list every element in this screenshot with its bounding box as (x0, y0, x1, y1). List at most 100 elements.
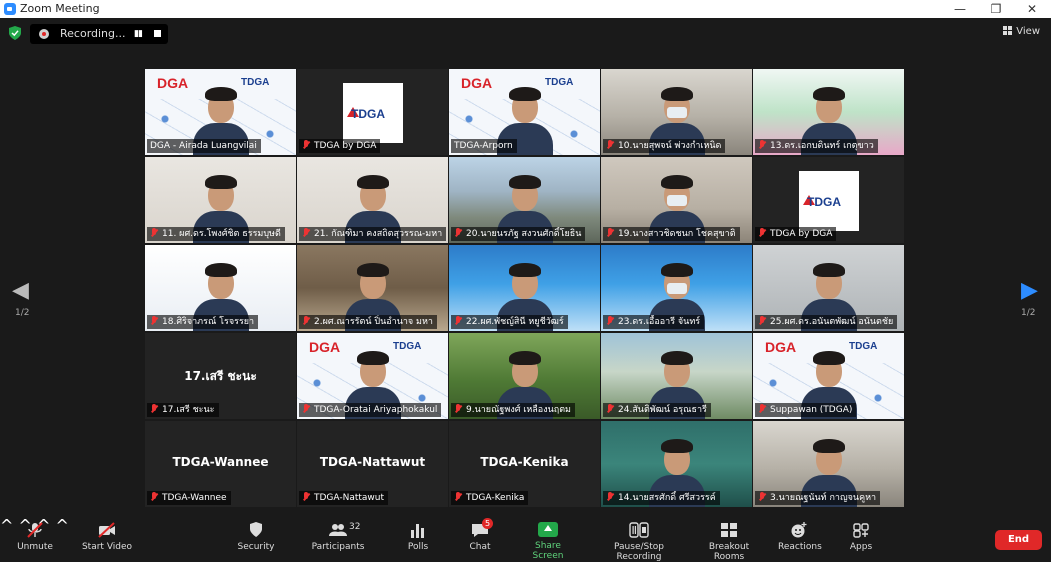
share-options-chevron-icon[interactable]: ^ (56, 516, 69, 535)
participant-display-name: TDGA-Wannee (172, 455, 269, 469)
participant-tile[interactable]: 20.นายนรภัฐ สงวนศักดิ์โยธิน (449, 157, 600, 243)
participant-display-name: 17.เสรี ชะนะ (184, 369, 257, 383)
muted-mic-icon (302, 316, 310, 326)
participant-name-label: 19.นางสาวชิดชนก โชคสุขาติ (603, 227, 740, 241)
participant-name-label: 17.เสรี ชะนะ (147, 403, 219, 417)
share-screen-button[interactable]: Share Screen (520, 522, 576, 561)
pause-recording-icon[interactable]: ▮▮ (134, 29, 143, 39)
participant-name: TDGA-Wannee (162, 493, 227, 503)
participant-tile[interactable]: 11. ผศ.ดร.โพงศ์ชิต ธรรมบุษดี (145, 157, 296, 243)
security-button[interactable]: Security (236, 522, 276, 552)
muted-mic-icon (27, 522, 43, 538)
muted-mic-icon (454, 492, 462, 502)
meeting-top-bar: Recording... ▮▮ View (0, 18, 1051, 50)
next-page-arrow-icon[interactable]: ▶ (1021, 278, 1038, 303)
muted-mic-icon (758, 140, 766, 150)
participant-tile[interactable]: 14.นายสรศักดิ์ ศรีสวรรค์ (601, 421, 752, 507)
meeting-toolbar: Unmute ^ Start Video ^ Security Particip… (0, 516, 1051, 562)
shield-icon[interactable] (9, 26, 21, 40)
participant-tile[interactable]: 2.ผศ.ณารรัตน์ ปิ่นอำนาจ มหา (297, 245, 448, 331)
participant-name: 9.นายณัฐพงศ์ เหลืองนฤตม (466, 405, 571, 415)
restore-button[interactable]: ❐ (978, 0, 1014, 18)
previous-page-arrow-icon[interactable]: ◀ (12, 278, 29, 303)
participant-name: Suppawan (TDGA) (770, 405, 853, 415)
security-label: Security (237, 542, 275, 552)
participant-name: TDGA-Nattawut (314, 493, 385, 503)
participant-tile[interactable]: 17.เสรี ชะนะ 17.เสรี ชะนะ (145, 333, 296, 419)
participant-name: 23.ดร.เอื้ออารี จันทร์ (618, 317, 701, 327)
reactions-button[interactable]: Reactions (778, 522, 822, 552)
grid-icon (1003, 26, 1013, 35)
muted-mic-icon (454, 316, 462, 326)
muted-mic-icon (150, 404, 158, 414)
participant-tile[interactable]: 9.นายณัฐพงศ์ เหลืองนฤตม (449, 333, 600, 419)
muted-mic-icon (302, 228, 310, 238)
participant-name: 13.ดร.เอกบดินทร์ เกตุขาว (770, 141, 874, 151)
muted-mic-icon (758, 404, 766, 414)
stop-recording-icon[interactable] (154, 30, 161, 37)
participant-tile[interactable]: TDGA-Nattawut TDGA-Nattawut (297, 421, 448, 507)
view-button[interactable]: View (1003, 26, 1040, 37)
muted-mic-icon (302, 492, 310, 502)
participant-name: 3.นายณฐนันท์ กาญจนคูหา (770, 493, 877, 503)
participant-tile[interactable]: 18.ศิริจาภรณ์ โรจรรยา (145, 245, 296, 331)
tdga-logo: TDGA (799, 171, 859, 231)
participant-tile[interactable]: DGA TDGA TDGA-Oratai Ariyaphokakul (297, 333, 448, 419)
participant-name: 18.ศิริจาภรณ์ โรจรรยา (162, 317, 255, 327)
page-indicator-right: 1/2 (1021, 308, 1036, 318)
participant-name-label: TDGA-Kenika (451, 491, 529, 505)
participant-name: 11. ผศ.ดร.โพงศ์ชิต ธรรมบุษดี (162, 229, 281, 239)
participant-tile[interactable]: 19.นางสาวชิดชนก โชคสุขาติ (601, 157, 752, 243)
participant-tile[interactable]: 23.ดร.เอื้ออารี จันทร์ (601, 245, 752, 331)
participant-name: TDGA-Oratai Ariyaphokakul (314, 405, 438, 415)
audio-options-chevron-icon[interactable]: ^ (0, 516, 13, 535)
breakout-rooms-button[interactable]: Breakout Rooms (694, 522, 764, 562)
close-button[interactable]: ✕ (1014, 0, 1050, 18)
participants-icon (329, 524, 347, 536)
minimize-button[interactable]: — (942, 0, 978, 18)
breakout-rooms-icon (721, 523, 737, 537)
muted-mic-icon (758, 228, 766, 238)
pause-stop-icon (629, 522, 649, 538)
participant-tile[interactable]: 10.นายสุพจน์ พ่วงกำเหนิด (601, 69, 752, 155)
security-shield-icon (250, 522, 262, 537)
participant-tile[interactable]: DGA TDGA Suppawan (TDGA) (753, 333, 904, 419)
chat-button[interactable]: 5 Chat (466, 518, 494, 552)
dga-logo: DGA (309, 339, 341, 355)
participant-tile[interactable]: DGA TDGA DGA - Airada Luangvilai (145, 69, 296, 155)
participant-tile[interactable]: TDGA TDGA by DGA (297, 69, 448, 155)
participant-display-name: TDGA-Kenika (480, 455, 569, 469)
participant-tile[interactable]: DGA TDGA TDGA-Arporn (449, 69, 600, 155)
pause-stop-recording-button[interactable]: Pause/Stop Recording (592, 522, 686, 562)
polls-button[interactable]: Polls (404, 522, 432, 552)
participant-tile[interactable]: 3.นายณฐนันท์ กาญจนคูหา (753, 421, 904, 507)
participant-tile[interactable]: 24.สันติพัฒน์ อรุณธารี (601, 333, 752, 419)
end-meeting-button[interactable]: End (995, 530, 1042, 550)
muted-mic-icon (150, 316, 158, 326)
participant-name: 25.ผศ.ดร.อนันตพัฒน์ อนันตชัย (770, 317, 894, 327)
participant-name-label: DGA - Airada Luangvilai (147, 139, 261, 153)
participant-tile[interactable]: 22.ผศ.พัชญ์สินี หยูชีวัฒร์ (449, 245, 600, 331)
participant-tile[interactable]: 21. กัณฑิมา คงสถิตสุวรรณ-มหา (297, 157, 448, 243)
participant-tile[interactable]: 13.ดร.เอกบดินทร์ เกตุขาว (753, 69, 904, 155)
participant-name-label: 21. กัณฑิมา คงสถิตสุวรรณ-มหา (299, 227, 447, 241)
participant-name-label: TDGA by DGA (755, 227, 837, 241)
participant-name-label: TDGA-Arporn (451, 139, 517, 153)
window-title-bar: Zoom Meeting — ❐ ✕ (0, 0, 1051, 18)
participant-tile[interactable]: TDGA-Wannee TDGA-Wannee (145, 421, 296, 507)
participant-name-label: 18.ศิริจาภรณ์ โรจรรยา (147, 315, 259, 329)
start-video-button[interactable]: Start Video (80, 522, 134, 552)
participant-name: TDGA by DGA (314, 141, 377, 151)
breakout-rooms-label: Breakout Rooms (708, 542, 750, 562)
recording-dot-icon (39, 29, 49, 39)
apps-button[interactable]: Apps (847, 522, 875, 552)
participant-name-label: 13.ดร.เอกบดินทร์ เกตุขาว (755, 139, 878, 153)
participant-name: 20.นายนรภัฐ สงวนศักดิ์โยธิน (466, 229, 582, 239)
participant-tile[interactable]: TDGA TDGA by DGA (753, 157, 904, 243)
participant-tile[interactable]: TDGA-Kenika TDGA-Kenika (449, 421, 600, 507)
start-video-label: Start Video (81, 542, 133, 552)
participant-tile[interactable]: 25.ผศ.ดร.อนันตพัฒน์ อนันตชัย (753, 245, 904, 331)
dga-logo: DGA (461, 75, 493, 91)
muted-mic-icon (606, 492, 614, 502)
unmute-button[interactable]: Unmute (14, 522, 56, 552)
